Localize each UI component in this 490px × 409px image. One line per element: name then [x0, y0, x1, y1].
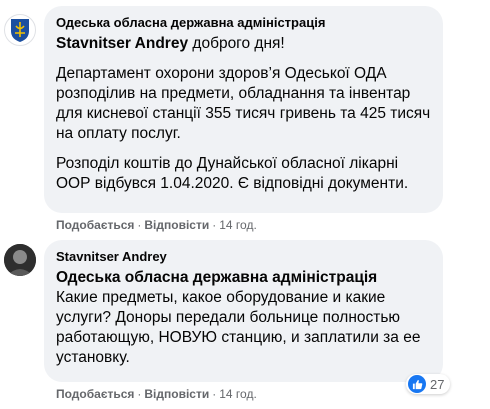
comment-body: Одеська обласна державна адміністрація К…: [56, 268, 431, 368]
comment-paragraph: Какие предметы, какое оборудование и как…: [56, 289, 421, 366]
reply-link[interactable]: Відповісти: [144, 387, 209, 401]
profile-photo-icon: [4, 244, 36, 276]
separator-dot: ·: [212, 387, 217, 401]
comment-bubble: Stavnitser Andrey Одеська обласна держав…: [44, 240, 443, 382]
comment-actions: Подобається · Відповісти · 14 год.: [56, 217, 257, 233]
comment-author[interactable]: Одеська обласна державна адміністрація: [56, 14, 431, 31]
comment-paragraph: Департамент охорони здоров’я Одеської ОД…: [56, 65, 431, 142]
comment-paragraph: Розподіл коштів до Дунайської обласної л…: [56, 155, 409, 192]
greeting-text: доброго дня!: [188, 35, 285, 52]
reaction-count: 27: [430, 376, 445, 392]
org-avatar[interactable]: [4, 14, 36, 46]
reaction-badge[interactable]: 27: [406, 374, 451, 394]
comment-actions: Подобається · Відповісти · 14 год.: [56, 386, 257, 402]
separator-dot: ·: [137, 387, 142, 401]
like-link[interactable]: Подобається: [56, 387, 134, 401]
comment-time[interactable]: 14 год.: [219, 387, 257, 401]
coat-of-arms-icon: [11, 19, 29, 42]
separator-dot: ·: [212, 218, 217, 232]
like-link[interactable]: Подобається: [56, 218, 134, 232]
comment-bubble: Одеська обласна державна адміністрація S…: [44, 6, 443, 213]
mention-link[interactable]: Одеська обласна державна адміністрація: [56, 268, 431, 288]
mention-link[interactable]: Stavnitser Andrey: [56, 35, 188, 52]
comment-time[interactable]: 14 год.: [219, 218, 257, 232]
separator-dot: ·: [137, 218, 142, 232]
user-avatar[interactable]: [4, 244, 36, 276]
comment-body: Stavnitser Andrey доброго дня! Департаме…: [56, 34, 431, 194]
reply-link[interactable]: Відповісти: [144, 218, 209, 232]
comment-author[interactable]: Stavnitser Andrey: [56, 248, 431, 265]
thumbs-up-icon: [408, 375, 426, 393]
